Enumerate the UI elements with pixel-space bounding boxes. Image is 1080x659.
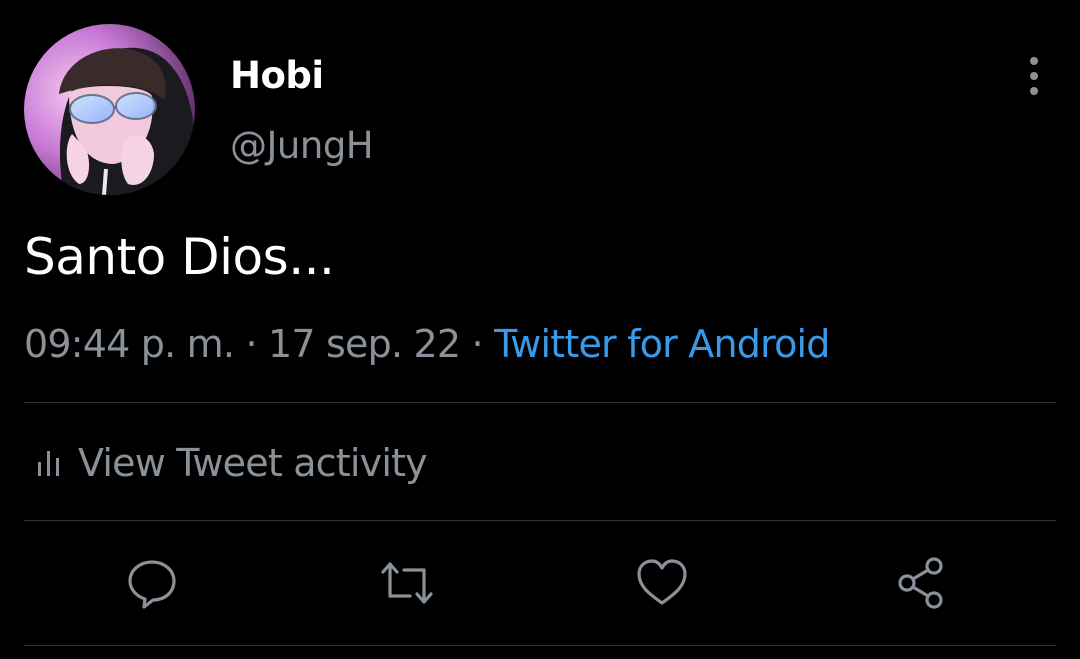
heart-icon bbox=[637, 559, 687, 605]
tweet-source-link[interactable]: Twitter for Android bbox=[494, 322, 830, 366]
comment-icon bbox=[128, 560, 176, 609]
view-tweet-activity-label: View Tweet activity bbox=[78, 441, 428, 485]
avatar[interactable] bbox=[24, 24, 195, 195]
view-tweet-activity-button[interactable]: View Tweet activity bbox=[36, 438, 428, 488]
author-name[interactable]: Hobi bbox=[230, 54, 324, 97]
retweet-button[interactable] bbox=[380, 556, 434, 610]
tweet-text: Santo Dios... bbox=[24, 228, 335, 286]
author-handle[interactable]: @JungH bbox=[230, 124, 374, 167]
divider bbox=[24, 402, 1056, 403]
tweet-date: 17 sep. 22 bbox=[268, 322, 461, 366]
tweet-time: 09:44 p. m. bbox=[24, 322, 235, 366]
like-button[interactable] bbox=[635, 556, 689, 610]
more-options-icon-dot bbox=[1030, 72, 1038, 80]
share-button[interactable] bbox=[894, 556, 948, 610]
tweet-meta: 09:44 p. m. · 17 sep. 22 · Twitter for A… bbox=[24, 322, 830, 366]
reply-button[interactable] bbox=[125, 556, 179, 610]
bar-chart-icon bbox=[38, 451, 59, 476]
retweet-icon bbox=[381, 562, 433, 604]
divider bbox=[24, 645, 1056, 646]
divider bbox=[24, 520, 1056, 521]
more-options-icon bbox=[1030, 57, 1038, 65]
share-icon bbox=[898, 557, 943, 609]
meta-separator: · bbox=[245, 322, 257, 366]
meta-separator: · bbox=[471, 322, 484, 366]
more-options-button[interactable] bbox=[1014, 56, 1054, 96]
avatar-image bbox=[24, 24, 195, 195]
more-options-icon-dot bbox=[1030, 87, 1038, 95]
